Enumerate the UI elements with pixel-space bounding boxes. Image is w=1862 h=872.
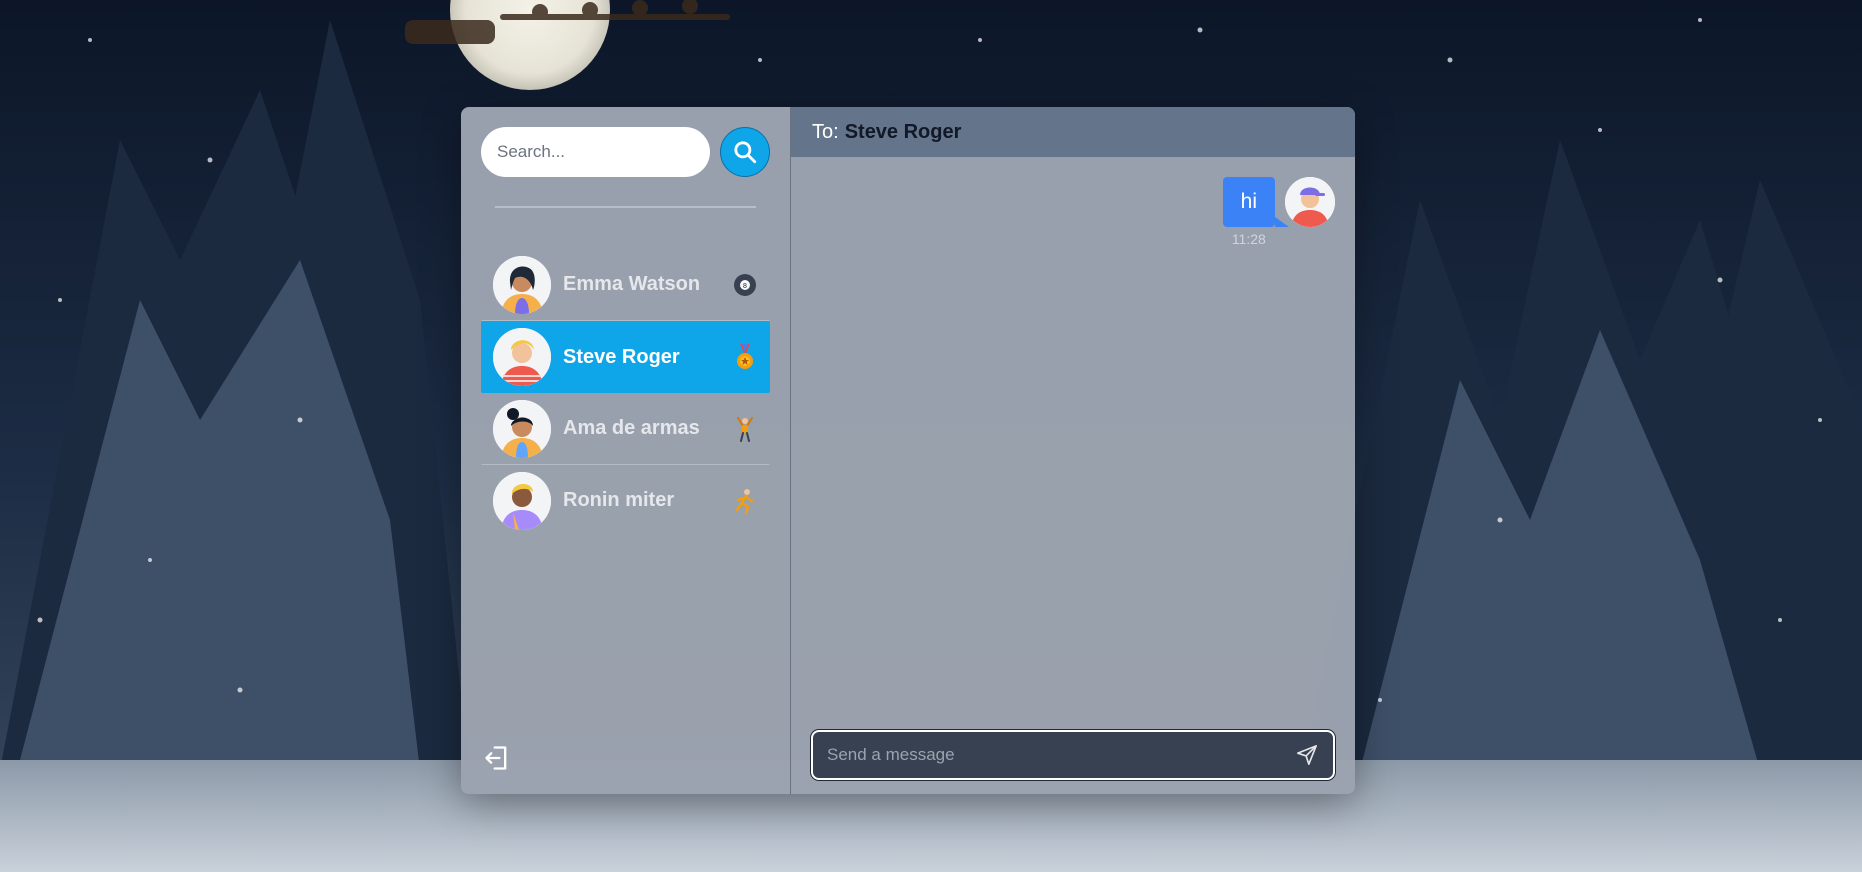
avatar	[493, 471, 551, 530]
contact-item-ronin-miter[interactable]: Ronin miter	[481, 465, 770, 536]
search-row	[481, 127, 770, 177]
avatar	[1285, 177, 1335, 227]
message-list: hi 11:28	[791, 157, 1355, 794]
chat-header-prefix: To:	[812, 120, 839, 143]
chat-panel: To: Steve Roger hi 11:28	[791, 107, 1355, 794]
message-input[interactable]	[825, 744, 1293, 766]
logout-button[interactable]	[481, 742, 513, 774]
avatar	[493, 399, 551, 458]
contact-name: Steve Roger	[563, 345, 680, 368]
search-button[interactable]	[720, 127, 770, 177]
medal-icon	[732, 344, 758, 370]
message-bubble: hi	[1222, 177, 1290, 227]
message-composer	[811, 730, 1335, 780]
sidebar: Emma Watson 8 Steve Roger	[461, 107, 791, 794]
message-item: hi 11:28	[1222, 177, 1335, 247]
avatar	[493, 328, 551, 386]
contact-name: Ama de armas	[563, 417, 700, 439]
send-icon	[1297, 745, 1317, 765]
message-bubble-wrap: hi 11:28	[1222, 177, 1290, 247]
person-running-icon	[732, 488, 758, 514]
chat-app-window: Emma Watson 8 Steve Roger	[461, 107, 1355, 794]
contact-list: Emma Watson 8 Steve Roger Ama de armas R…	[481, 249, 770, 536]
chat-recipient-name: Steve Roger	[844, 120, 962, 143]
search-input[interactable]	[481, 127, 710, 177]
contact-name: Ronin miter	[563, 489, 675, 511]
chat-header: To: Steve Roger	[791, 107, 1355, 157]
contact-item-emma-watson[interactable]: Emma Watson 8	[481, 249, 770, 321]
contact-item-steve-roger[interactable]: Steve Roger	[481, 321, 770, 393]
search-icon	[734, 141, 757, 164]
message-time: 11:28	[1231, 231, 1266, 247]
svg-text:8: 8	[743, 283, 747, 290]
contact-item-ama-de-armas[interactable]: Ama de armas	[481, 393, 770, 465]
person-cheering-icon	[732, 416, 758, 442]
avatar	[493, 255, 551, 314]
divider	[495, 206, 756, 208]
send-button[interactable]	[1293, 741, 1321, 769]
logout-icon	[485, 746, 507, 770]
8-ball-icon: 8	[732, 272, 758, 298]
contact-name: Emma Watson	[563, 273, 701, 295]
